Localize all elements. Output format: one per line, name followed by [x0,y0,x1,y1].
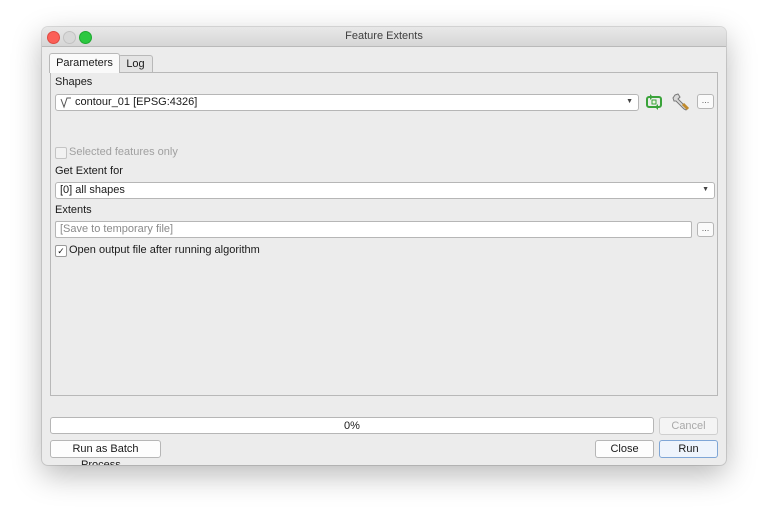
extents-browse-button[interactable]: … [697,222,714,237]
window-title: Feature Extents [345,30,423,42]
shapes-value: contour_01 [EPSG:4326] [75,96,198,108]
get-extent-combo[interactable]: [0] all shapes ▼ [55,182,715,199]
selected-features-checkbox[interactable] [55,147,67,159]
tab-parameters[interactable]: Parameters [49,53,120,73]
progress-text: 0% [344,420,360,432]
shapes-label: Shapes [55,76,93,88]
open-output-label: Open output file after running algorithm [69,244,260,256]
line-layer-icon [60,95,72,110]
open-output-checkbox[interactable]: ✓ [55,245,67,257]
tab-log[interactable]: Log [118,55,153,73]
extents-output-field[interactable]: [Save to temporary file] [55,221,692,238]
shapes-options-button[interactable]: … [697,94,714,109]
wrench-icon[interactable] [670,91,692,113]
shapes-combo[interactable]: contour_01 [EPSG:4326] ▼ [55,94,639,111]
parameters-panel: Shapes contour_01 [EPSG:4326] ▼ … Select… [50,72,718,396]
title-bar: Feature Extents [42,27,726,47]
extents-placeholder: [Save to temporary file] [60,223,174,235]
chevron-down-icon: ▼ [702,186,709,193]
chevron-down-icon: ▼ [626,98,633,105]
cancel-button[interactable]: Cancel [659,417,718,435]
run-button[interactable]: Run [659,440,718,458]
extents-label: Extents [55,204,92,216]
get-extent-label: Get Extent for [55,165,123,177]
get-extent-value: [0] all shapes [60,184,125,196]
run-batch-button[interactable]: Run as Batch Process... [50,440,161,465]
close-button[interactable]: Close [595,440,654,458]
selected-features-label: Selected features only [69,146,178,158]
progress-bar: 0% [50,417,654,434]
feature-extents-dialog: Feature Extents Parameters Log Shapes co… [42,27,726,465]
iterate-icon[interactable] [644,92,664,112]
